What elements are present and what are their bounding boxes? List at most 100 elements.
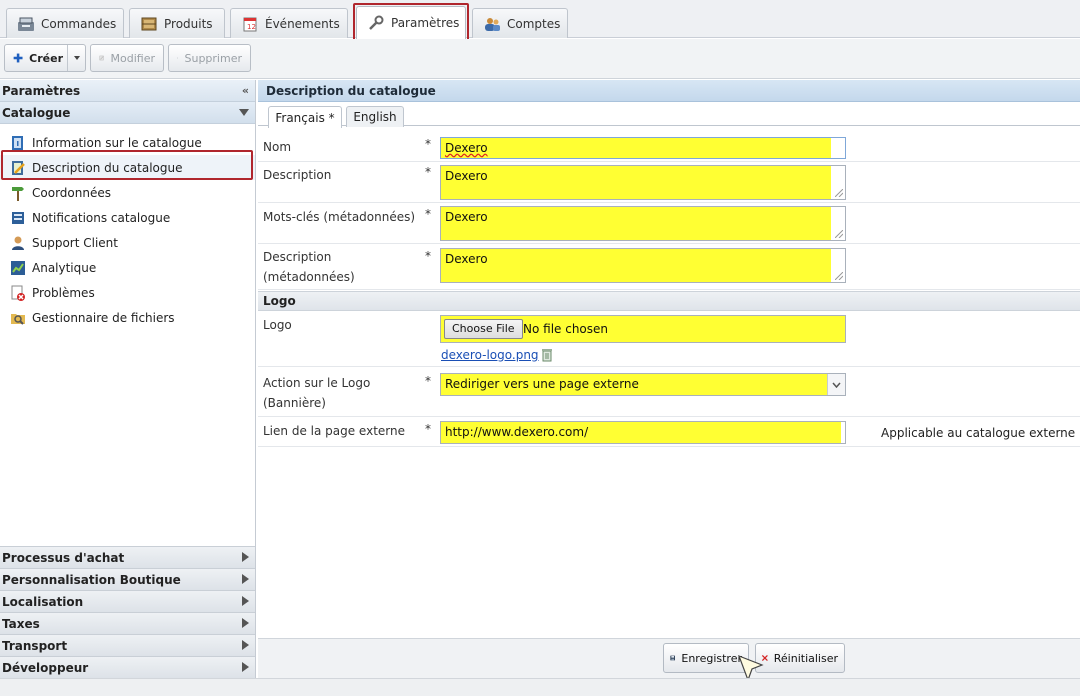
plus-icon: [13, 53, 23, 63]
nom-value: Dexero: [445, 141, 488, 155]
delete-label: Supprimer: [184, 51, 242, 65]
tab-produits[interactable]: Produits: [129, 8, 225, 38]
register-icon: [18, 17, 34, 31]
sidebar-item-label: Problèmes: [32, 285, 95, 300]
row-description-meta: Description (métadonnées) * Dexero: [258, 244, 1080, 290]
sidebar-item-problemes[interactable]: Problèmes: [0, 280, 255, 305]
save-button[interactable]: Enregistrer: [663, 643, 749, 673]
toolbar: Créer Modifier Supprimer: [0, 39, 1080, 79]
delete-button[interactable]: Supprimer: [168, 44, 251, 72]
file-manager-icon: [11, 313, 25, 325]
required-mark: *: [425, 207, 431, 221]
desc-meta-textarea[interactable]: Dexero: [440, 248, 846, 283]
sidebar-item-coordonnees[interactable]: Coordonnées: [0, 180, 255, 205]
mots-cles-textarea[interactable]: Dexero: [440, 206, 846, 241]
description-textarea[interactable]: Dexero: [440, 165, 846, 200]
reset-button[interactable]: Réinitialiser: [755, 643, 845, 673]
sidebar-item-label: Coordonnées: [32, 185, 111, 200]
create-label: Créer: [29, 51, 63, 65]
chevron-down-icon: [832, 382, 841, 388]
floppy-disk-icon: [670, 655, 676, 661]
users-icon: [485, 17, 500, 31]
sidebar-section-transport[interactable]: Transport: [0, 634, 255, 656]
annotation-box-sidebar: [1, 150, 253, 180]
logo-file-input: Choose File No file chosen: [440, 315, 846, 343]
action-logo-select[interactable]: Rediriger vers une page externe: [440, 373, 846, 396]
triangle-right-icon: [242, 552, 249, 562]
edit-label: Modifier: [110, 51, 155, 65]
row-logo: Logo Choose File No file chosen dexero-l…: [258, 311, 1080, 367]
sidebar-section-label: Localisation: [2, 594, 84, 609]
desc-meta-label: Description (métadonnées): [263, 247, 355, 287]
tab-label: Commandes: [41, 16, 117, 31]
sidebar-item-label: Analytique: [32, 260, 97, 275]
footer-bar: Enregistrer Réinitialiser: [258, 638, 1080, 682]
error-page-icon: [11, 285, 25, 301]
choose-file-button[interactable]: Choose File: [444, 319, 523, 339]
sidebar-section-label: Développeur: [2, 660, 89, 675]
required-mark: *: [425, 137, 431, 151]
collapse-icon[interactable]: «: [242, 84, 249, 97]
reset-label: Réinitialiser: [773, 651, 838, 665]
triangle-right-icon: [242, 596, 249, 606]
sidebar-section-label: Processus d'achat: [2, 550, 125, 565]
sidebar-item-label: Information sur le catalogue: [32, 135, 202, 150]
sidebar-item-notifications[interactable]: Notifications catalogue: [0, 205, 255, 230]
chevron-down-icon: [73, 56, 80, 60]
sidebar-item-analytique[interactable]: Analytique: [0, 255, 255, 280]
mots-cles-label: Mots-clés (métadonnées): [263, 210, 416, 224]
bottom-status-strip: [0, 678, 1080, 696]
action-logo-label-line2: (Bannière): [263, 396, 326, 410]
sidebar-section-taxes[interactable]: Taxes: [0, 612, 255, 634]
description-value: Dexero: [445, 169, 488, 183]
sidebar-item-gestionnaire[interactable]: Gestionnaire de fichiers: [0, 305, 255, 330]
edit-button[interactable]: Modifier: [90, 44, 164, 72]
action-logo-label: Action sur le Logo (Bannière): [263, 373, 370, 413]
desc-meta-label-line1: Description: [263, 250, 332, 264]
highlight-mark: [441, 138, 831, 158]
external-link-value: http://www.dexero.com/: [445, 425, 589, 439]
sidebar-section-developpeur[interactable]: Développeur: [0, 656, 255, 678]
edit-icon: [99, 55, 104, 61]
chart-icon: [11, 260, 25, 275]
sidebar-item-support[interactable]: Support Client: [0, 230, 255, 255]
nom-label: Nom: [263, 140, 292, 154]
external-link-input[interactable]: http://www.dexero.com/: [440, 421, 846, 444]
tab-evenements[interactable]: 12 Événements: [230, 8, 348, 38]
save-label: Enregistrer: [681, 651, 742, 665]
triangle-right-icon: [242, 662, 249, 672]
tab-commandes[interactable]: Commandes: [6, 8, 124, 38]
required-mark: *: [425, 249, 431, 263]
create-button[interactable]: Créer: [4, 44, 86, 72]
tab-francais[interactable]: Français *: [268, 106, 342, 128]
desc-meta-label-line2: (métadonnées): [263, 270, 355, 284]
info-book-icon: [12, 135, 23, 150]
required-mark: *: [425, 165, 431, 179]
tab-english[interactable]: English: [346, 106, 404, 127]
row-action-logo: Action sur le Logo (Bannière) * Redirige…: [258, 368, 1080, 417]
sidebar-item-label: Support Client: [32, 235, 118, 250]
nom-input[interactable]: Dexero: [440, 137, 846, 159]
sidebar-group-catalogue[interactable]: Catalogue: [0, 102, 255, 124]
resize-grip-icon[interactable]: [835, 230, 843, 238]
resize-grip-icon[interactable]: [835, 189, 843, 197]
tab-comptes[interactable]: Comptes: [472, 8, 568, 38]
mots-cles-value: Dexero: [445, 210, 488, 224]
top-tab-bar: Commandes Produits 12 Événements Paramèt…: [0, 0, 1080, 39]
action-logo-value: Rediriger vers une page externe: [445, 377, 639, 391]
highlight-mark: [441, 249, 831, 282]
tab-label: Produits: [164, 16, 213, 31]
sidebar-group-label: Catalogue: [2, 105, 71, 120]
select-arrow[interactable]: [827, 374, 845, 395]
required-mark: *: [425, 422, 431, 436]
sidebar-section-label: Transport: [2, 638, 68, 653]
resize-grip-icon[interactable]: [835, 272, 843, 280]
create-dropdown[interactable]: [67, 45, 85, 71]
sidebar-section-processus[interactable]: Processus d'achat: [0, 546, 255, 568]
sidebar-section-personnalisation[interactable]: Personnalisation Boutique: [0, 568, 255, 590]
panel-title: Description du catalogue: [258, 80, 1080, 102]
triangle-down-icon: [239, 109, 249, 116]
logo-file-link[interactable]: dexero-logo.png: [441, 348, 539, 362]
sidebar-section-localisation[interactable]: Localisation: [0, 590, 255, 612]
trash-icon[interactable]: [540, 347, 554, 362]
